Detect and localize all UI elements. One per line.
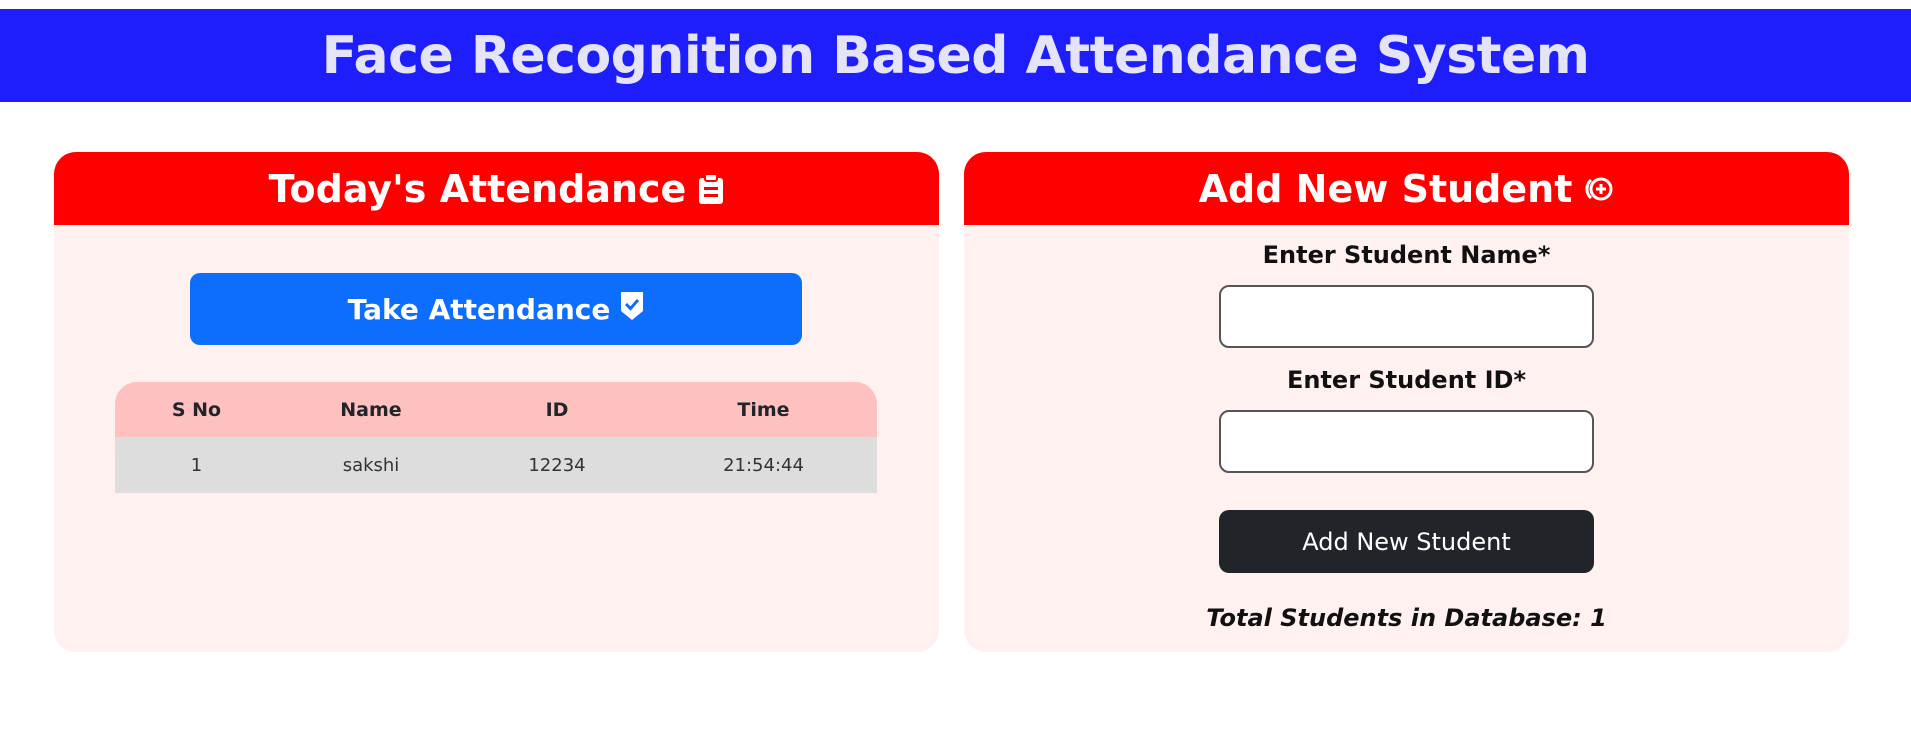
attendance-card: Today's Attendance Take Attendance S No [54, 152, 939, 652]
cell-sno: 1 [115, 437, 278, 493]
add-student-card-header: Add New Student [964, 152, 1849, 225]
student-name-input[interactable] [1219, 285, 1594, 348]
add-circle-icon [1584, 174, 1614, 204]
table-header-row: S No Name ID Time [115, 382, 877, 437]
column-header-name: Name [340, 398, 402, 421]
add-new-student-button[interactable]: Add New Student [1219, 510, 1594, 573]
column-header-sno: S No [171, 398, 222, 421]
cell-time: 21:54:44 [650, 437, 877, 493]
take-attendance-button[interactable]: Take Attendance [190, 273, 802, 345]
take-attendance-label: Take Attendance [347, 292, 611, 326]
cell-name: sakshi [278, 437, 464, 493]
clipboard-icon [698, 173, 724, 204]
cell-id: 12234 [464, 437, 650, 493]
attendance-table: S No Name ID Time 1 sakshi 12234 21:54:4… [115, 382, 877, 493]
attendance-card-header: Today's Attendance [54, 152, 939, 225]
student-name-label: Enter Student Name* [1262, 241, 1551, 269]
attendance-card-title: Today's Attendance [268, 166, 687, 211]
add-student-card-title: Add New Student [1198, 166, 1573, 211]
shield-check-icon [620, 291, 644, 328]
student-id-label: Enter Student ID* [1286, 366, 1527, 394]
column-header-id: ID [545, 398, 569, 421]
column-header-time: Time [737, 398, 790, 421]
add-student-card: Add New Student Enter Student Name* Ente… [964, 152, 1849, 652]
student-id-input[interactable] [1219, 410, 1594, 473]
app-header: Face Recognition Based Attendance System [0, 9, 1911, 102]
table-row: 1 sakshi 12234 21:54:44 [115, 437, 877, 493]
total-students-text: Total Students in Database: 1 [1206, 604, 1607, 632]
page-title: Face Recognition Based Attendance System [321, 25, 1590, 86]
